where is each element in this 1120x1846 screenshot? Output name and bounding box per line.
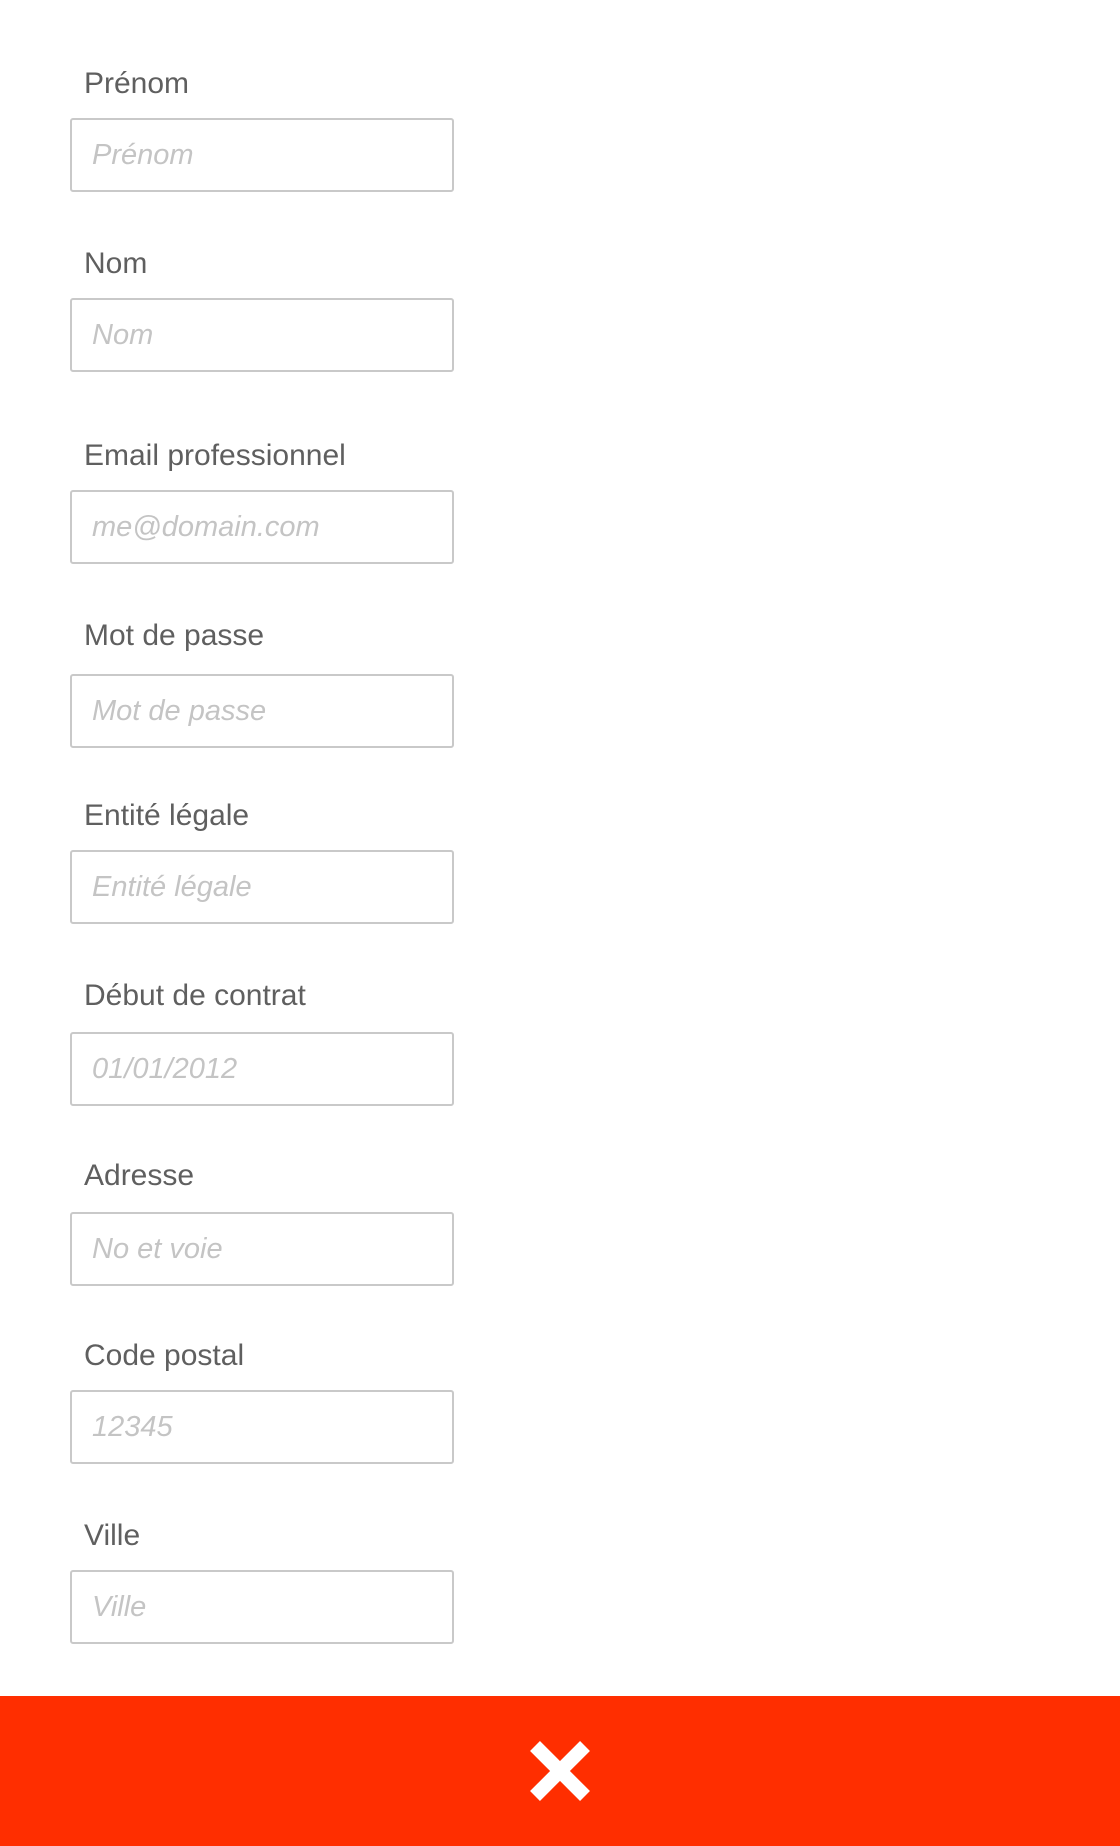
first-name-input[interactable] xyxy=(70,118,454,192)
work-email-input[interactable] xyxy=(70,490,454,564)
address-label: Adresse xyxy=(84,1159,195,1192)
first-name-label: Prénom xyxy=(84,67,190,100)
contract-start-label: Début de contrat xyxy=(84,979,306,1012)
contract-start-input[interactable] xyxy=(70,1032,454,1106)
city-label: Ville xyxy=(84,1519,141,1552)
work-email-label: Email professionnel xyxy=(84,439,346,472)
city-input[interactable] xyxy=(70,1570,454,1644)
last-name-label: Nom xyxy=(84,247,148,280)
postal-code-input[interactable] xyxy=(70,1390,454,1464)
password-input[interactable] xyxy=(70,674,454,748)
close-button[interactable] xyxy=(0,1696,1120,1846)
password-label: Mot de passe xyxy=(84,619,265,652)
legal-entity-input[interactable] xyxy=(70,850,454,924)
postal-code-label: Code postal xyxy=(84,1339,245,1372)
close-icon xyxy=(530,1741,590,1801)
legal-entity-label: Entité légale xyxy=(84,799,250,832)
address-input[interactable] xyxy=(70,1212,454,1286)
last-name-input[interactable] xyxy=(70,298,454,372)
